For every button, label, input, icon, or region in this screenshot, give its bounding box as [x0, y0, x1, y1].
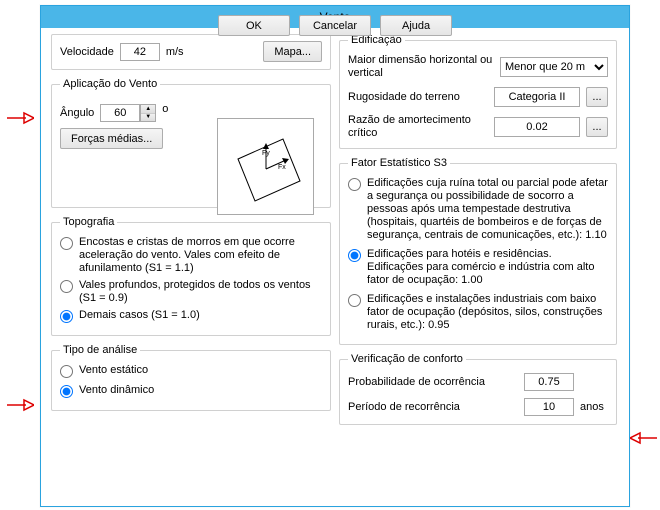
content: Velocidade m/s Mapa... Aplicação do Vent…: [41, 28, 629, 44]
angle-label: Ângulo: [60, 107, 94, 119]
stat-factor-legend: Fator Estatístico S3: [348, 157, 450, 169]
analysis-opt1[interactable]: Vento estático: [60, 364, 322, 378]
velocity-input[interactable]: [120, 43, 160, 61]
stat-label-2: Edificações para hotéis e residências. E…: [367, 248, 608, 287]
prob-input[interactable]: [524, 373, 574, 391]
topography-label-2: Vales profundos, protegidos de todos os …: [79, 279, 322, 305]
analysis-radio-2[interactable]: [60, 385, 73, 398]
major-dim-select[interactable]: Menor que 20 m: [500, 57, 608, 77]
topography-legend: Topografia: [60, 216, 117, 228]
svg-text:Fx: Fx: [278, 164, 286, 171]
velocity-group: Velocidade m/s Mapa...: [51, 34, 331, 70]
topography-label-3: Demais casos (S1 = 1.0): [79, 309, 200, 322]
analysis-opt2[interactable]: Vento dinâmico: [60, 384, 322, 398]
analysis-label-2: Vento dinâmico: [79, 384, 154, 397]
analysis-label-1: Vento estático: [79, 364, 148, 377]
svg-text:Fy: Fy: [262, 150, 270, 157]
topography-group: Topografia Encostas e cristas de morros …: [51, 216, 331, 336]
angle-spinner[interactable]: ▲ ▼: [100, 104, 156, 122]
analysis-radio-1[interactable]: [60, 365, 73, 378]
map-button[interactable]: Mapa...: [263, 41, 322, 62]
period-unit: anos: [580, 401, 608, 413]
ok-button[interactable]: OK: [218, 15, 290, 36]
damping-value: 0.02: [494, 117, 580, 137]
callout-arrow-icon: [6, 397, 34, 413]
velocity-label: Velocidade: [60, 46, 114, 58]
topography-radio-2[interactable]: [60, 280, 73, 293]
topography-opt2[interactable]: Vales profundos, protegidos de todos os …: [60, 279, 322, 305]
help-button[interactable]: Ajuda: [380, 15, 452, 36]
velocity-unit: m/s: [166, 46, 184, 58]
application-group: Aplicação do Vento Ângulo ▲ ▼ o: [51, 78, 331, 208]
damping-label: Razão de amortecimento crítico: [348, 114, 488, 140]
stat-opt2[interactable]: Edificações para hotéis e residências. E…: [348, 248, 608, 287]
cancel-button[interactable]: Cancelar: [299, 15, 371, 36]
topography-radio-3[interactable]: [60, 310, 73, 323]
comfort-group: Verificação de conforto Probabilidade de…: [339, 353, 617, 425]
stat-label-3: Edificações e instalações industriais co…: [367, 293, 608, 332]
forces-button[interactable]: Forças médias...: [60, 128, 163, 149]
application-legend: Aplicação do Vento: [60, 78, 160, 90]
analysis-group: Tipo de análise Vento estático Vento din…: [51, 344, 331, 411]
angle-diagram: Fy Fx: [217, 118, 314, 215]
analysis-legend: Tipo de análise: [60, 344, 140, 356]
topography-opt3[interactable]: Demais casos (S1 = 1.0): [60, 309, 322, 323]
angle-down-button[interactable]: ▼: [141, 114, 155, 122]
window: Vento Velocidade m/s Mapa... Aplicação d…: [40, 5, 630, 507]
stat-opt3[interactable]: Edificações e instalações industriais co…: [348, 293, 608, 332]
angle-input[interactable]: [100, 104, 140, 122]
stat-opt1[interactable]: Edificações cuja ruína total ou parcial …: [348, 177, 608, 242]
stat-radio-3[interactable]: [348, 294, 361, 307]
terrain-label: Rugosidade do terreno: [348, 91, 488, 104]
prob-label: Probabilidade de ocorrência: [348, 376, 518, 389]
period-input[interactable]: [524, 398, 574, 416]
left-column: Velocidade m/s Mapa... Aplicação do Vent…: [51, 34, 331, 419]
button-bar: OK Cancelar Ajuda: [41, 15, 629, 36]
stat-radio-2[interactable]: [348, 249, 361, 262]
callout-arrow-icon: [6, 110, 34, 126]
stat-radio-1[interactable]: [348, 178, 361, 191]
callout-arrow-icon: [630, 430, 658, 446]
topography-label-1: Encostas e cristas de morros em que ocor…: [79, 236, 322, 275]
terrain-dots-button[interactable]: ...: [586, 87, 608, 107]
comfort-legend: Verificação de conforto: [348, 353, 466, 365]
degree-symbol: o: [162, 103, 168, 115]
stat-label-1: Edificações cuja ruína total ou parcial …: [367, 177, 608, 242]
major-dim-label: Maior dimensão horizontal ou vertical: [348, 54, 494, 80]
damping-dots-button[interactable]: ...: [586, 117, 608, 137]
terrain-value: Categoria II: [494, 87, 580, 107]
stat-factor-group: Fator Estatístico S3 Edificações cuja ru…: [339, 157, 617, 345]
topography-radio-1[interactable]: [60, 237, 73, 250]
period-label: Período de recorrência: [348, 401, 518, 414]
building-group: Edificação Maior dimensão horizontal ou …: [339, 34, 617, 149]
angle-up-button[interactable]: ▲: [141, 105, 155, 114]
topography-opt1[interactable]: Encostas e cristas de morros em que ocor…: [60, 236, 322, 275]
right-column: Edificação Maior dimensão horizontal ou …: [339, 34, 617, 433]
